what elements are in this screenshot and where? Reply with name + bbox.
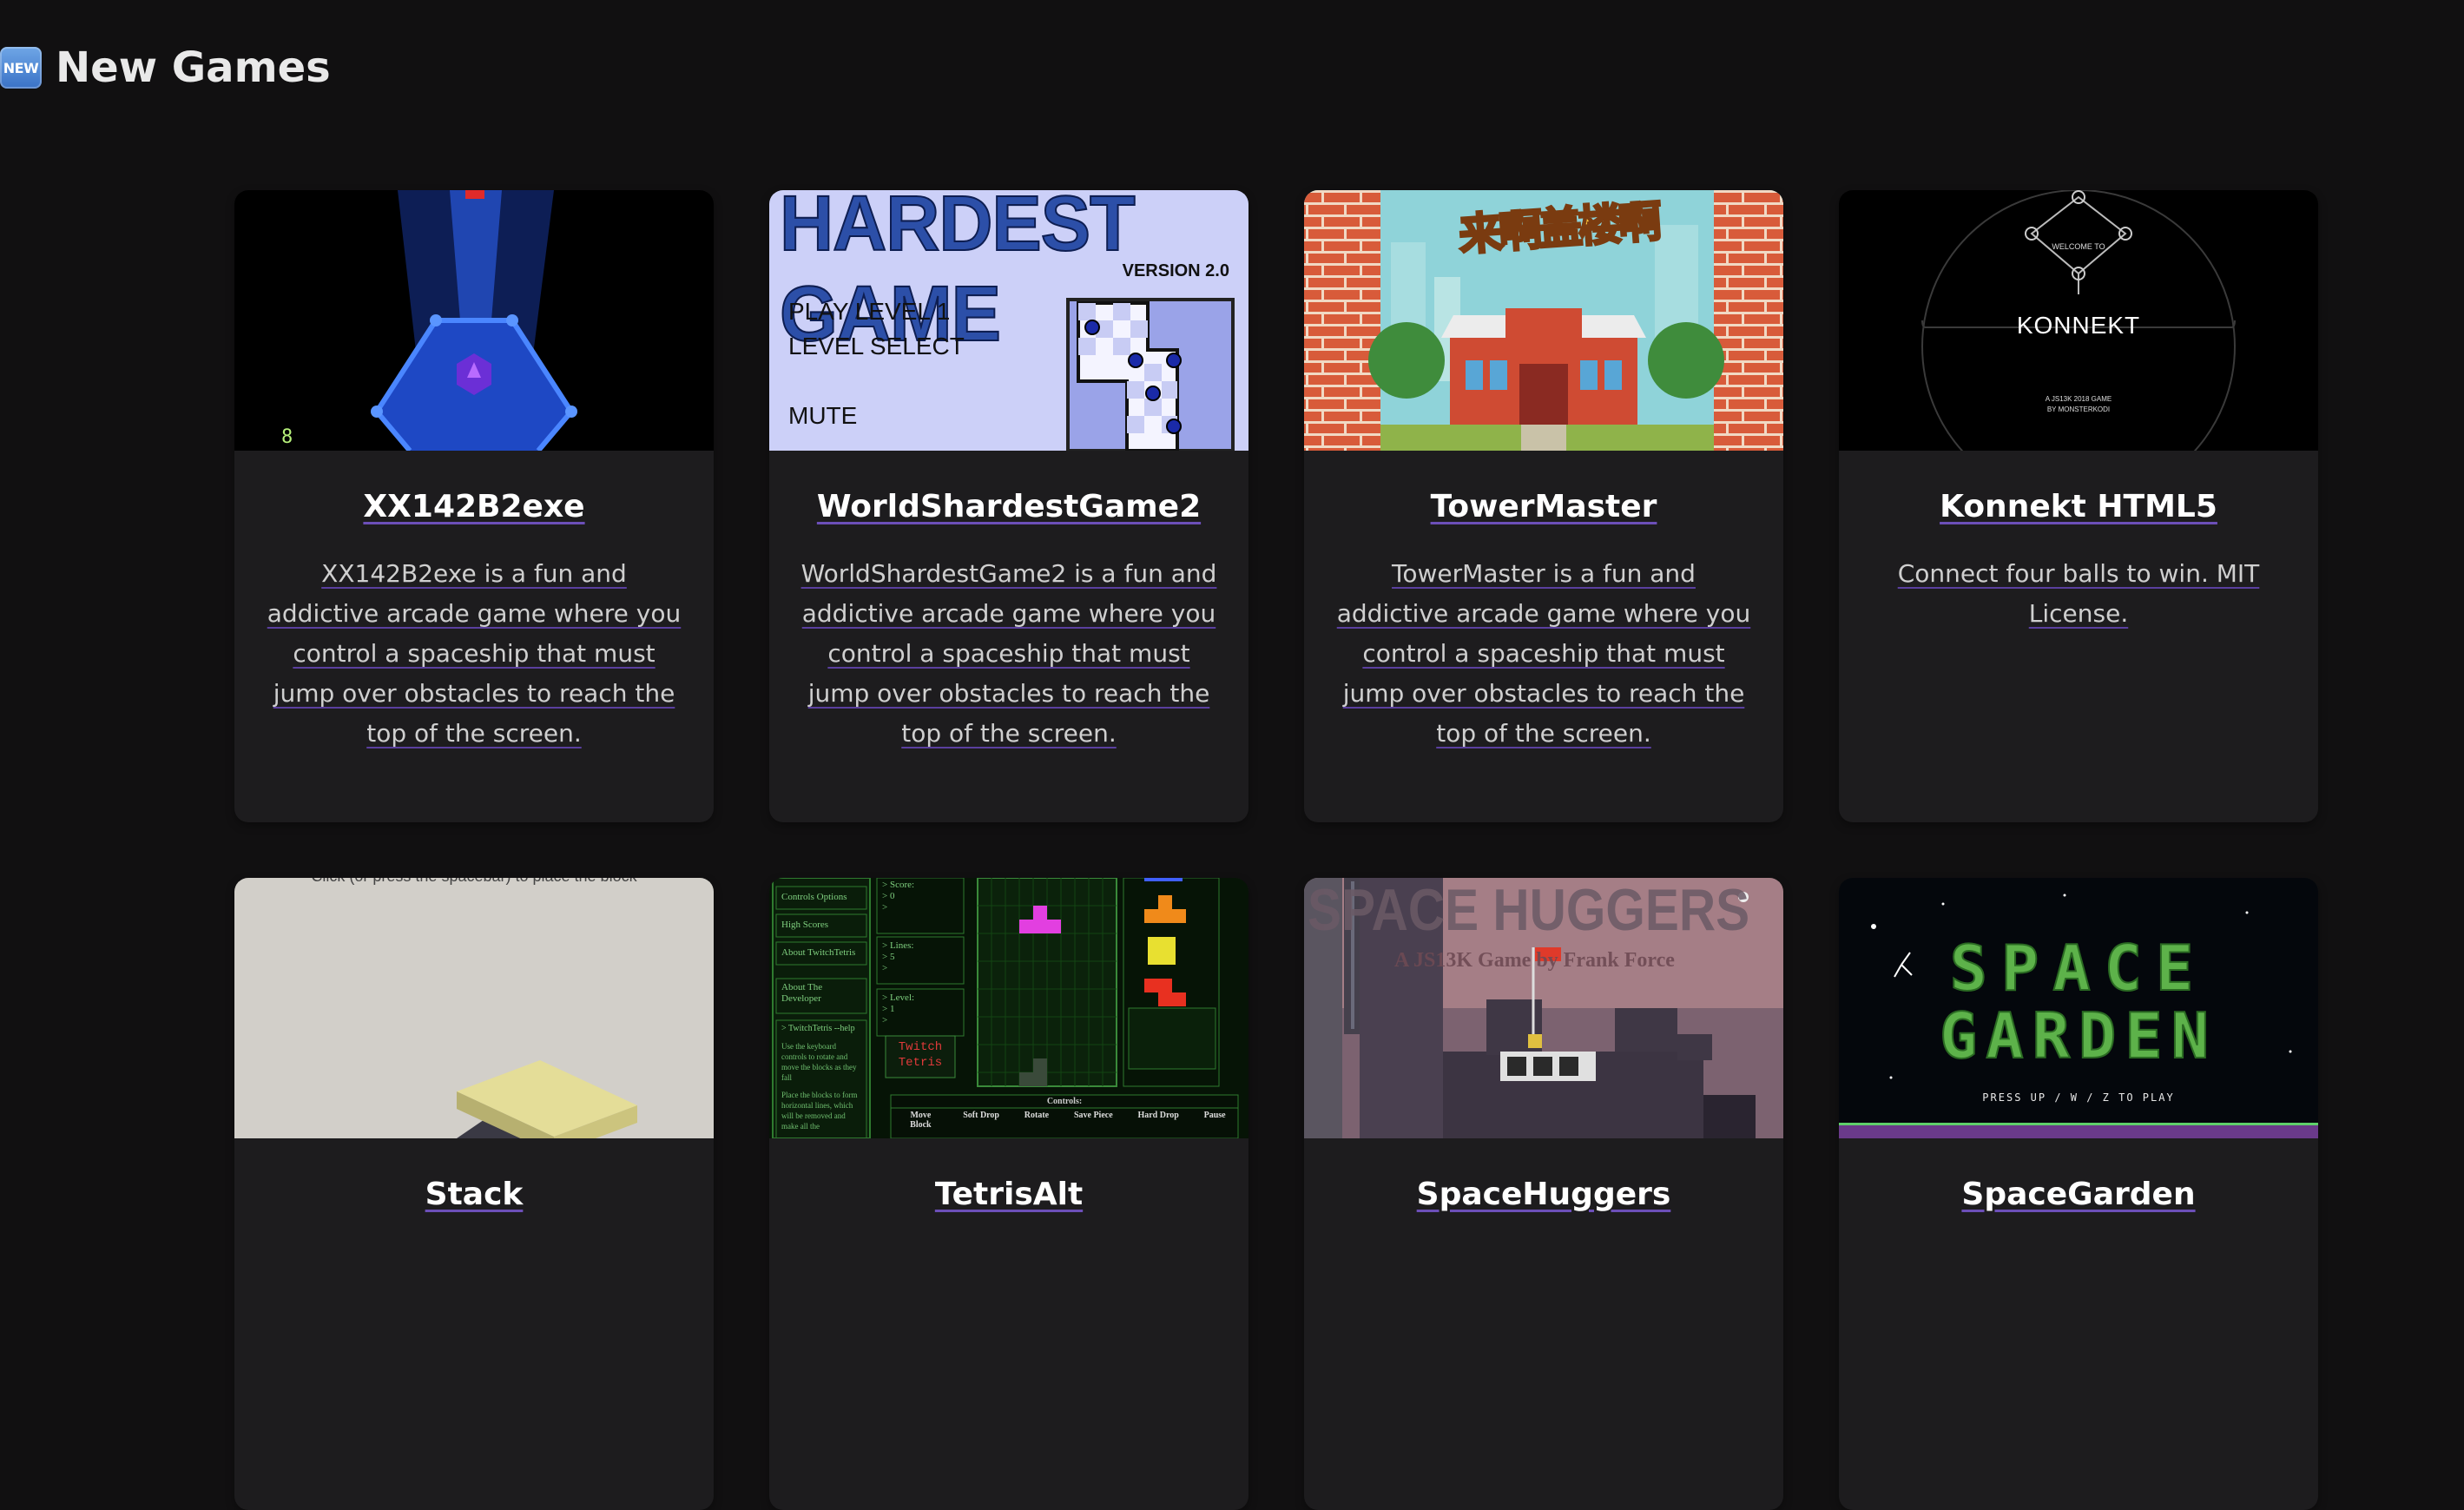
game-title-link[interactable]: XX142B2exe <box>363 489 584 524</box>
control-hard-drop: Hard Drop <box>1137 1111 1179 1120</box>
tetris-controls-title: Controls: <box>1046 1097 1083 1106</box>
game-thumbnail[interactable]: SPACE GARDEN PRESS UP / W / Z TO PLAY <box>1839 878 2318 1138</box>
tetris-score-label: > Score: <box>882 880 915 890</box>
tetris-lines-label: > Lines: <box>882 940 914 951</box>
twitch-tetris-logo: Twitch Tetris <box>886 1039 955 1071</box>
tetris-help-text: Use the keyboard controls to rotate and … <box>781 1042 857 1082</box>
game-description[interactable]: TowerMaster is a fun and addictive arcad… <box>1334 554 1754 754</box>
twitch-tetris-logo-line-1: Twitch <box>898 1040 943 1054</box>
konnekt-credit-1: A JS13K 2018 GAME <box>2045 395 2112 403</box>
konnekt-name: KONNEKT <box>2016 312 2141 339</box>
game-card-tetrisalt[interactable]: Controls Options High Scores About Twitc… <box>769 878 1248 1510</box>
game-card-towermaster[interactable]: 来啊盖楼啊 TowerMaster TowerMaster is a fun a… <box>1304 190 1783 822</box>
game-card-xx142b2exe[interactable]: 8 XX142B2exe XX142B2exe is a fun and add… <box>234 190 714 822</box>
control-pause: Pause <box>1203 1111 1226 1120</box>
stack-blocks <box>457 1060 637 1138</box>
tetris-menu-about: About TwitchTetris <box>781 947 856 958</box>
game-card-spacehuggers[interactable]: SPACE HUGGERS A JS13K Game by Frank Forc… <box>1304 878 1783 1510</box>
game-title-link[interactable]: SpaceGarden <box>1961 1177 2195 1212</box>
control-soft-drop: Soft Drop <box>963 1111 999 1120</box>
new-badge-icon: NEW <box>0 47 42 89</box>
game-title-link[interactable]: SpaceHuggers <box>1417 1177 1671 1212</box>
control-move: Move Block <box>910 1111 932 1130</box>
game-thumbnail[interactable]: SPACE HUGGERS A JS13K Game by Frank Forc… <box>1304 878 1783 1138</box>
game-description[interactable]: XX142B2exe is a fun and addictive arcade… <box>264 554 684 754</box>
page-title: New Games <box>56 43 331 92</box>
games-grid: 8 XX142B2exe XX142B2exe is a fun and add… <box>234 190 2318 1510</box>
page-header: NEW New Games <box>0 43 331 92</box>
game-thumbnail[interactable]: WELCOME TO KONNEKT A JS13K 2018 GAME BY … <box>1839 190 2318 451</box>
tetris-level-label: > Level: <box>882 992 915 1003</box>
spacehuggers-logo: SPACE HUGGERS <box>1308 878 1750 943</box>
game-card-spacegarden[interactable]: SPACE GARDEN PRESS UP / W / Z TO PLAY Sp… <box>1839 878 2318 1510</box>
game-title-link[interactable]: Stack <box>425 1177 524 1212</box>
game-title-link[interactable]: TowerMaster <box>1431 489 1657 524</box>
game-title-link[interactable]: TetrisAlt <box>935 1177 1083 1212</box>
xx142-counter: 8 <box>281 426 293 448</box>
konnekt-welcome: WELCOME TO <box>2052 242 2105 251</box>
game-thumbnail[interactable]: HARDEST GAME VERSION 2.0 PLAY LEVEL 1 LE… <box>769 190 1248 451</box>
game-thumbnail[interactable]: Click (or press the spacebar) to place t… <box>234 878 714 1138</box>
control-rotate: Rotate <box>1024 1111 1050 1120</box>
tetris-help: > TwitchTetris --help <box>781 1024 855 1033</box>
tetris-level: > Level: > 1 > <box>882 992 914 1026</box>
spacegarden-line-2: GARDEN <box>1939 999 2218 1073</box>
tetris-menu-highscores: High Scores <box>781 920 829 930</box>
tetris-level-prompt: > <box>882 1015 888 1025</box>
tetris-lines: > Lines: > 5 > <box>882 940 913 974</box>
tetris-score: > Score: > 0 > <box>882 880 914 913</box>
xx142b2exe-screenshot <box>234 190 714 451</box>
game-thumbnail[interactable]: 来啊盖楼啊 <box>1304 190 1783 451</box>
tetris-menu-developer: About The Developer <box>781 982 823 1004</box>
game-description[interactable]: Connect four balls to win. MIT License. <box>1868 554 2289 634</box>
game-title-link[interactable]: WorldShardestGame2 <box>817 489 1201 524</box>
game-thumbnail[interactable]: 8 <box>234 190 714 451</box>
twitch-tetris-logo-line-2: Tetris <box>898 1056 943 1070</box>
game-thumbnail[interactable]: Controls Options High Scores About Twitc… <box>769 878 1248 1138</box>
tetris-help-text-2: Place the blocks to form horizontal line… <box>781 1091 858 1131</box>
tetris-menu-controls: Controls Options <box>781 892 847 902</box>
tetris-lines-prompt: > <box>882 963 888 973</box>
tetris-lines-value: > 5 <box>882 952 895 962</box>
game-title-link[interactable]: Konnekt HTML5 <box>1940 489 2217 524</box>
spacehuggers-subtitle: A JS13K Game by Frank Force <box>1394 949 1675 972</box>
game-card-konnekt[interactable]: WELCOME TO KONNEKT A JS13K 2018 GAME BY … <box>1839 190 2318 822</box>
control-save: Save Piece <box>1073 1111 1113 1120</box>
tetris-score-prompt: > <box>882 902 888 913</box>
tetris-level-value: > 1 <box>882 1004 895 1014</box>
game-card-stack[interactable]: Click (or press the spacebar) to place t… <box>234 878 714 1510</box>
hardest-game-board <box>1066 298 1235 451</box>
game-card-worldshardestgame2[interactable]: HARDEST GAME VERSION 2.0 PLAY LEVEL 1 LE… <box>769 190 1248 822</box>
tetris-controls: Move Block Soft Drop Rotate Save Piece H… <box>891 1111 1238 1130</box>
tetris-score-value: > 0 <box>882 891 895 901</box>
konnekt-credit-2: BY MONSTERKODI <box>2046 406 2111 413</box>
spacegarden-line-1: SPACE <box>1949 931 2208 1006</box>
spacegarden-prompt: PRESS UP / W / Z TO PLAY <box>1982 1091 2175 1104</box>
game-description[interactable]: WorldShardestGame2 is a fun and addictiv… <box>799 554 1219 754</box>
